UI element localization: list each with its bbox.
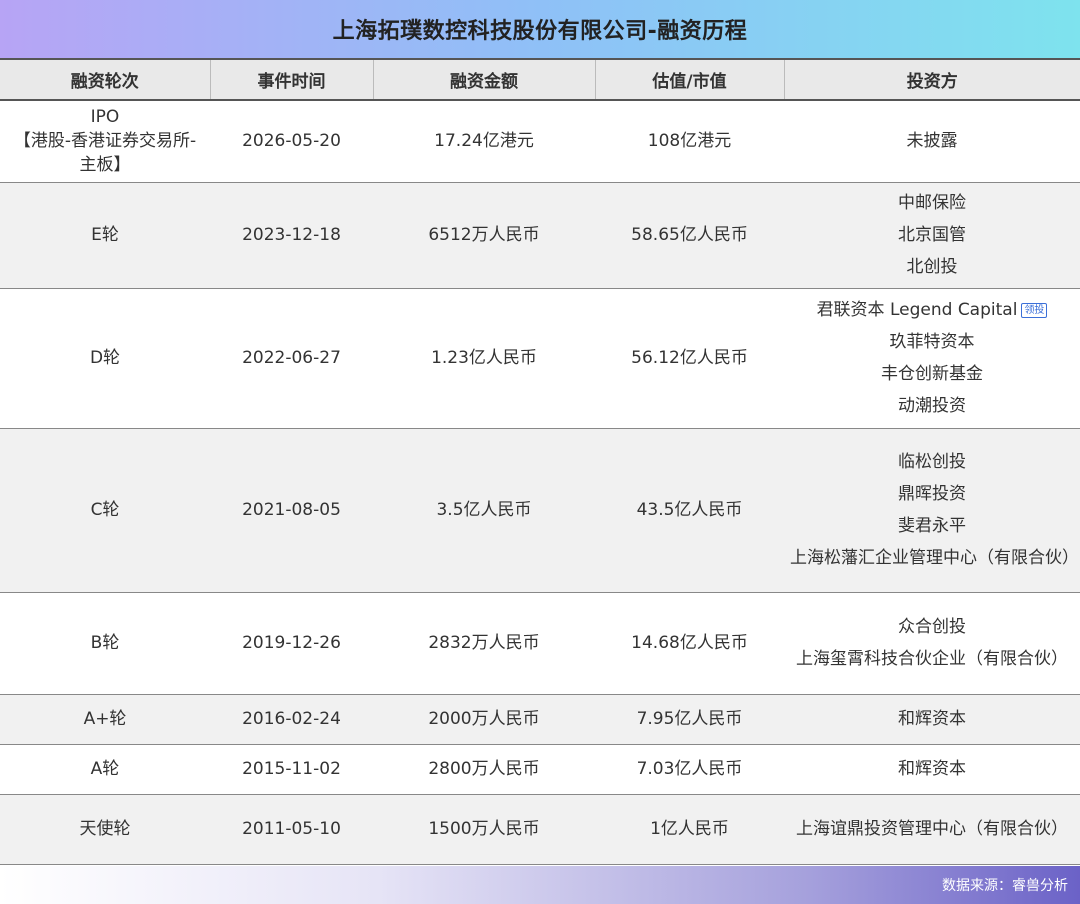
investor-name: 北创投 (906, 257, 958, 277)
cell-valuation: 108亿港元 (595, 100, 784, 183)
cell-amount: 2832万人民币 (373, 592, 595, 695)
cell-date: 2022-06-27 (210, 288, 373, 429)
title-bar: 上海拓璞数控科技股份有限公司-融资历程 (0, 0, 1080, 60)
cell-amount: 6512万人民币 (373, 182, 595, 289)
investor-item: 玖菲特资本 (790, 326, 1074, 358)
investor-item: 丰仓创新基金 (790, 358, 1074, 390)
cell-round: A+轮 (0, 694, 210, 745)
investor-name: 众合创投 (898, 617, 966, 637)
column-header-amount: 融资金额 (373, 60, 596, 101)
cell-amount: 2000万人民币 (373, 694, 595, 745)
investor-item: 未披露 (790, 125, 1074, 157)
investor-name: 上海玺霄科技合伙企业（有限合伙） (796, 649, 1068, 669)
investor-name: 北京国管 (898, 225, 966, 245)
cell-valuation: 43.5亿人民币 (595, 428, 784, 593)
investor-name: 中邮保险 (898, 193, 966, 213)
cell-valuation: 56.12亿人民币 (595, 288, 784, 429)
investor-name: 未披露 (906, 131, 958, 152)
table-row: D轮 2022-06-27 1.23亿人民币 56.12亿人民币 君联资本 Legend… (0, 288, 1080, 429)
cell-valuation: 7.03亿人民币 (595, 744, 784, 795)
table-row: C轮 2021-08-05 3.5亿人民币 43.5亿人民币 临松创投 鼎晖投资 斐君永平上… (0, 428, 1080, 593)
cell-valuation: 1亿人民币 (595, 794, 784, 865)
table-row: E轮 2023-12-18 6512万人民币 58.65亿人民币 中邮保险 北京国管 北创投 (0, 182, 1080, 289)
cell-amount: 17.24亿港元 (373, 100, 595, 183)
investor-name: 鼎晖投资 (898, 484, 966, 504)
investor-name: 和辉资本 (898, 759, 966, 779)
lead-investor-badge: 领投 (1021, 302, 1048, 318)
column-header-round: 融资轮次 (0, 60, 211, 101)
investor-name: 丰仓创新基金 (881, 364, 983, 384)
investor-item: 临松创投 (790, 446, 1074, 478)
cell-investors: 和辉资本 (784, 744, 1080, 795)
investor-item: 上海玺霄科技合伙企业（有限合伙） (790, 643, 1074, 675)
cell-date: 2011-05-10 (210, 794, 373, 865)
cell-round: C轮 (0, 428, 210, 593)
cell-round: 天使轮 (0, 794, 210, 865)
cell-investors: 中邮保险北京国管北创投 (784, 182, 1080, 289)
cell-valuation: 7.95亿人民币 (595, 694, 784, 745)
cell-round: IPO 【港股-香港证券交易所-主板】 (0, 100, 210, 183)
investor-item: 上海谊鼎投资管理中心（有限合伙） (790, 813, 1074, 845)
table-row: A轮 2015-11-02 2800万人民币 7.03亿人民币 和辉资本 (0, 744, 1080, 795)
cell-investors: 未披露 (784, 100, 1080, 183)
investor-item: 和辉资本 (790, 753, 1074, 785)
investor-name: 和辉资本 (898, 709, 966, 729)
page-title: 上海拓璞数控科技股份有限公司-融资历程 (332, 19, 748, 44)
cell-date: 2026-05-20 (210, 100, 373, 183)
table-row: 天使轮 2011-05-10 1500万人民币 1亿人民币 上海谊鼎投资管理中心（有限合… (0, 794, 1080, 865)
investor-name: 临松创投 (898, 452, 966, 472)
investor-item: 和辉资本 (790, 703, 1074, 735)
cell-amount: 1.23亿人民币 (373, 288, 595, 429)
cell-date: 2015-11-02 (210, 744, 373, 795)
investor-name: 上海松藩汇企业管理中心（有限合伙） (790, 548, 1079, 568)
table-header-row: 融资轮次 事件时间 融资金额 估值/市值 投资方 (0, 60, 1080, 101)
cell-date: 2016-02-24 (210, 694, 373, 745)
investor-name: 上海谊鼎投资管理中心（有限合伙） (796, 819, 1068, 839)
table-row: A+轮 2016-02-24 2000万人民币 7.95亿人民币 和辉资本 (0, 694, 1080, 745)
cell-round: E轮 (0, 182, 210, 289)
investor-item: 君联资本 Legend Capital 领投 (790, 294, 1074, 326)
investor-name: 斐君永平 (898, 516, 966, 536)
investor-item: 北创投 (790, 251, 1074, 283)
investor-item: 鼎晖投资 (790, 478, 1074, 510)
financing-table: 融资轮次 事件时间 融资金额 估值/市值 投资方 IPO 【港股-香港证券交易所… (0, 60, 1080, 865)
investor-item: 上海松藩汇企业管理中心（有限合伙） (790, 542, 1079, 574)
investor-name: 君联资本 Legend Capital (816, 300, 1018, 320)
cell-investors: 上海谊鼎投资管理中心（有限合伙） (784, 794, 1080, 865)
cell-investors: 临松创投鼎晖投资斐君永平上海松藩汇企业管理中心（有限合伙） (784, 428, 1080, 593)
cell-amount: 3.5亿人民币 (373, 428, 595, 593)
cell-investors: 君联资本 Legend Capital 领投玖菲特资本丰仓创新基金 动潮投资 (784, 288, 1080, 429)
cell-valuation: 14.68亿人民币 (595, 592, 784, 695)
cell-valuation: 58.65亿人民币 (595, 182, 784, 289)
cell-investors: 和辉资本 (784, 694, 1080, 745)
cell-date: 2021-08-05 (210, 428, 373, 593)
cell-date: 2023-12-18 (210, 182, 373, 289)
cell-round: D轮 (0, 288, 210, 429)
investor-item: 众合创投 (790, 611, 1074, 643)
investor-name: 动潮投资 (898, 396, 966, 416)
investor-item: 北京国管 (790, 219, 1074, 251)
column-header-valuation: 估值/市值 (595, 60, 785, 101)
cell-amount: 2800万人民币 (373, 744, 595, 795)
investor-item: 斐君永平 (790, 510, 1074, 542)
cell-investors: 众合创投上海玺霄科技合伙企业（有限合伙） (784, 592, 1080, 695)
column-header-investors: 投资方 (784, 60, 1080, 101)
data-source-label: 数据来源：睿兽分析 (942, 878, 1068, 894)
table-row: IPO 【港股-香港证券交易所-主板】 2026-05-20 17.24亿港元 108… (0, 100, 1080, 183)
cell-date: 2019-12-26 (210, 592, 373, 695)
footer-bar: 数据来源：睿兽分析 (0, 866, 1080, 904)
column-header-date: 事件时间 (210, 60, 374, 101)
cell-round: A轮 (0, 744, 210, 795)
cell-round: B轮 (0, 592, 210, 695)
table-row: B轮 2019-12-26 2832万人民币 14.68亿人民币 众合创投 上海玺霄科技合… (0, 592, 1080, 695)
investor-name: 玖菲特资本 (889, 332, 975, 352)
investor-item: 动潮投资 (790, 390, 1074, 422)
cell-amount: 1500万人民币 (373, 794, 595, 865)
investor-item: 中邮保险 (790, 187, 1074, 219)
